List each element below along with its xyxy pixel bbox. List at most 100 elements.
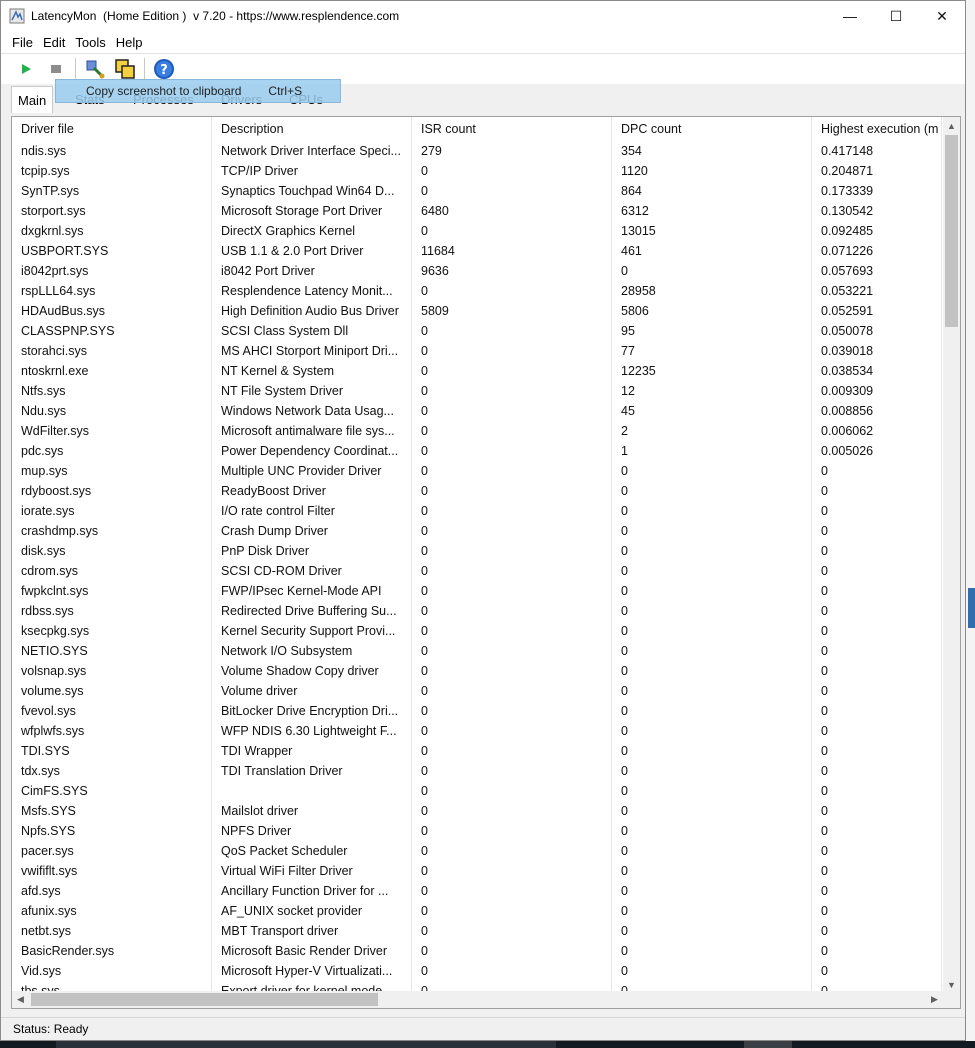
cell-highest-execution: 0	[812, 701, 942, 721]
table-row[interactable]: cdrom.sys SCSI CD-ROM Driver 0 0 0	[12, 561, 942, 581]
table-row[interactable]: CimFS.SYS 0 0 0	[12, 781, 942, 801]
cell-isr-count: 0	[412, 941, 612, 961]
scroll-right-icon[interactable]: ▶	[926, 991, 943, 1008]
cell-highest-execution: 0	[812, 581, 942, 601]
table-row[interactable]: pacer.sys QoS Packet Scheduler 0 0 0	[12, 841, 942, 861]
start-button[interactable]	[11, 56, 41, 82]
cell-isr-count: 0	[412, 881, 612, 901]
table-row[interactable]: CLASSPNP.SYS SCSI Class System Dll 0 95 0.05…	[12, 321, 942, 341]
table-row[interactable]: ksecpkg.sys Kernel Security Support Provi…	[12, 621, 942, 641]
scroll-up-icon[interactable]: ▲	[943, 117, 960, 134]
status-text: Status: Ready	[13, 1022, 89, 1036]
column-header-dpc-count[interactable]: DPC count	[612, 117, 812, 141]
minimize-button[interactable]: —	[827, 1, 873, 31]
table-row[interactable]: rspLLL64.sys Resplendence Latency Monit..…	[12, 281, 942, 301]
cell-isr-count: 0	[412, 541, 612, 561]
cell-driver-file: netbt.sys	[12, 921, 212, 941]
table-row[interactable]: iorate.sys I/O rate control Filter 0 0 0	[12, 501, 942, 521]
table-row[interactable]: tdx.sys TDI Translation Driver 0 0 0	[12, 761, 942, 781]
cell-highest-execution: 0.009309	[812, 381, 942, 401]
cell-dpc-count: 354	[612, 141, 812, 161]
cell-isr-count: 5809	[412, 301, 612, 321]
column-header-highest-execution[interactable]: Highest execution (m	[812, 117, 942, 141]
cell-description: Network Driver Interface Speci...	[212, 141, 412, 161]
vertical-scrollbar[interactable]: ▲ ▼	[943, 117, 960, 993]
maximize-button[interactable]: ☐	[873, 1, 919, 31]
play-icon	[22, 64, 31, 74]
menu-help[interactable]: Help	[111, 35, 148, 50]
cell-driver-file: afd.sys	[12, 881, 212, 901]
cell-dpc-count: 864	[612, 181, 812, 201]
cell-isr-count: 0	[412, 761, 612, 781]
cell-dpc-count: 0	[612, 941, 812, 961]
cell-isr-count: 0	[412, 781, 612, 801]
cell-description: TDI Wrapper	[212, 741, 412, 761]
table-row[interactable]: mup.sys Multiple UNC Provider Driver 0 0 0	[12, 461, 942, 481]
table-row[interactable]: i8042prt.sys i8042 Port Driver 9636 0 0.0576…	[12, 261, 942, 281]
table-row[interactable]: fwpkclnt.sys FWP/IPsec Kernel-Mode API 0 0 0	[12, 581, 942, 601]
background-window-edge	[966, 0, 975, 1041]
table-row[interactable]: fvevol.sys BitLocker Drive Encryption Dri…	[12, 701, 942, 721]
table-row[interactable]: storport.sys Microsoft Storage Port Drive…	[12, 201, 942, 221]
cell-driver-file: tdx.sys	[12, 761, 212, 781]
cell-driver-file: BasicRender.sys	[12, 941, 212, 961]
table-row[interactable]: crashdmp.sys Crash Dump Driver 0 0 0	[12, 521, 942, 541]
vertical-scroll-thumb[interactable]	[945, 135, 958, 327]
cell-dpc-count: 0	[612, 521, 812, 541]
svg-text:?: ?	[160, 63, 168, 78]
horizontal-scrollbar[interactable]: ◀ ▶	[12, 991, 943, 1008]
table-row[interactable]: TDI.SYS TDI Wrapper 0 0 0	[12, 741, 942, 761]
table-row[interactable]: USBPORT.SYS USB 1.1 & 2.0 Port Driver 1168…	[12, 241, 942, 261]
table-row[interactable]: Npfs.SYS NPFS Driver 0 0 0	[12, 821, 942, 841]
table-row[interactable]: HDAudBus.sys High Definition Audio Bus Dr…	[12, 301, 942, 321]
tab-main[interactable]: Main	[11, 86, 54, 113]
table-row[interactable]: disk.sys PnP Disk Driver 0 0 0	[12, 541, 942, 561]
table-row[interactable]: Ndu.sys Windows Network Data Usag... 0 45 0.…	[12, 401, 942, 421]
menu-tools[interactable]: Tools	[70, 35, 110, 50]
cell-driver-file: crashdmp.sys	[12, 521, 212, 541]
column-header-driver-file[interactable]: Driver file	[12, 117, 212, 141]
scroll-left-icon[interactable]: ◀	[12, 991, 29, 1008]
taskbar-segment	[56, 1041, 556, 1048]
column-header-isr-count[interactable]: ISR count	[412, 117, 612, 141]
cell-driver-file: rspLLL64.sys	[12, 281, 212, 301]
table-row[interactable]: afunix.sys AF_UNIX socket provider 0 0 0	[12, 901, 942, 921]
table-row[interactable]: SynTP.sys Synaptics Touchpad Win64 D... 0 8…	[12, 181, 942, 201]
table-row[interactable]: tcpip.sys TCP/IP Driver 0 1120 0.204871	[12, 161, 942, 181]
cell-description: BitLocker Drive Encryption Dri...	[212, 701, 412, 721]
cell-isr-count: 0	[412, 321, 612, 341]
cell-dpc-count: 461	[612, 241, 812, 261]
cell-isr-count: 0	[412, 721, 612, 741]
close-button[interactable]: ✕	[919, 1, 965, 31]
cell-highest-execution: 0	[812, 601, 942, 621]
table-row[interactable]: rdyboost.sys ReadyBoost Driver 0 0 0	[12, 481, 942, 501]
cell-highest-execution: 0.204871	[812, 161, 942, 181]
table-row[interactable]: WdFilter.sys Microsoft antimalware file s…	[12, 421, 942, 441]
column-header-description[interactable]: Description	[212, 117, 412, 141]
table-row[interactable]: BasicRender.sys Microsoft Basic Render Dr…	[12, 941, 942, 961]
table-row[interactable]: ndis.sys Network Driver Interface Speci..…	[12, 141, 942, 161]
table-row[interactable]: netbt.sys MBT Transport driver 0 0 0	[12, 921, 942, 941]
horizontal-scroll-thumb[interactable]	[31, 993, 378, 1006]
cell-driver-file: Ntfs.sys	[12, 381, 212, 401]
menu-edit[interactable]: Edit	[38, 35, 70, 50]
table-row[interactable]: vwififlt.sys Virtual WiFi Filter Driver 0 0…	[12, 861, 942, 881]
menu-bar: File Edit Tools Help	[1, 31, 965, 54]
menu-file[interactable]: File	[7, 35, 38, 50]
title-bar[interactable]: LatencyMon (Home Edition ) v 7.20 - http…	[1, 1, 965, 31]
table-row[interactable]: volume.sys Volume driver 0 0 0	[12, 681, 942, 701]
table-row[interactable]: volsnap.sys Volume Shadow Copy driver 0 0 0	[12, 661, 942, 681]
table-row[interactable]: pdc.sys Power Dependency Coordinat... 0 1 0.…	[12, 441, 942, 461]
cell-highest-execution: 0	[812, 501, 942, 521]
table-row[interactable]: afd.sys Ancillary Function Driver for ...…	[12, 881, 942, 901]
table-row[interactable]: Ntfs.sys NT File System Driver 0 12 0.009309	[12, 381, 942, 401]
table-row[interactable]: ntoskrnl.exe NT Kernel & System 0 12235 0.03…	[12, 361, 942, 381]
table-row[interactable]: dxgkrnl.sys DirectX Graphics Kernel 0 13015…	[12, 221, 942, 241]
table-row[interactable]: NETIO.SYS Network I/O Subsystem 0 0 0	[12, 641, 942, 661]
table-row[interactable]: Vid.sys Microsoft Hyper-V Virtualizati...…	[12, 961, 942, 981]
table-row[interactable]: Msfs.SYS Mailslot driver 0 0 0	[12, 801, 942, 821]
table-row[interactable]: rdbss.sys Redirected Drive Buffering Su..…	[12, 601, 942, 621]
table-row[interactable]: wfplwfs.sys WFP NDIS 6.30 Lightweight F..…	[12, 721, 942, 741]
table-row[interactable]: storahci.sys MS AHCI Storport Miniport Dr…	[12, 341, 942, 361]
cell-dpc-count: 0	[612, 961, 812, 981]
